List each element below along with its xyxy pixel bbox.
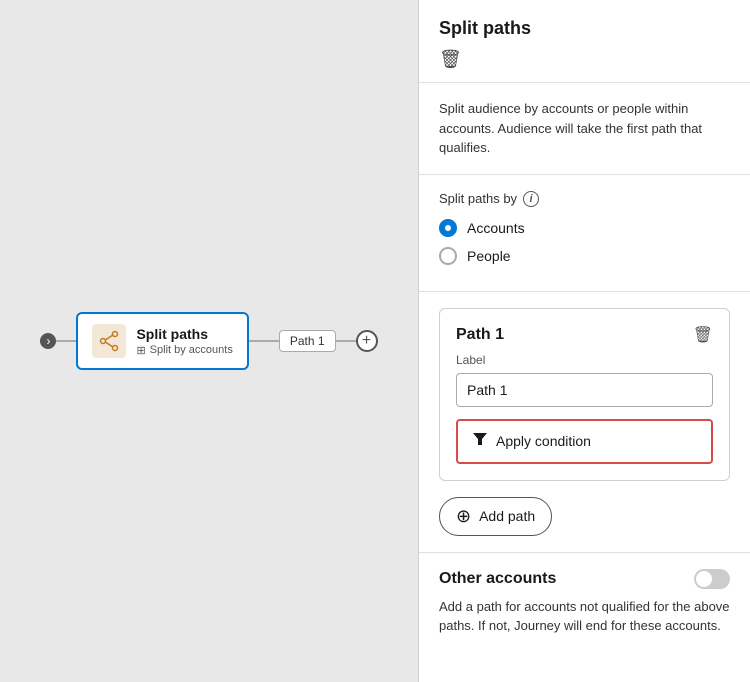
split-by-section: Split paths by i Accounts People xyxy=(419,175,750,292)
add-path-label: Add path xyxy=(479,508,535,524)
path-delete-button[interactable]: 🗑 xyxy=(693,325,713,345)
path-1-card: Path 1 🗑 Label Apply condition xyxy=(439,308,730,481)
canvas-area: Split paths ⊞ Split by accounts Path 1 + xyxy=(0,0,418,682)
accounts-radio[interactable] xyxy=(439,219,457,237)
other-accounts-title: Other accounts xyxy=(439,570,556,588)
node-subtitle: ⊞ Split by accounts xyxy=(136,344,232,357)
node-info: Split paths ⊞ Split by accounts xyxy=(136,326,232,357)
add-path-button[interactable]: ⊕ Add path xyxy=(439,497,552,536)
other-accounts-section: Other accounts Add a path for accounts n… xyxy=(419,552,750,652)
right-panel: Split paths 🗑 Split audience by accounts… xyxy=(418,0,750,682)
flow-line-2 xyxy=(249,340,279,342)
other-accounts-description: Add a path for accounts not qualified fo… xyxy=(439,597,730,636)
add-path-section: ⊕ Add path xyxy=(419,497,750,552)
info-icon[interactable]: i xyxy=(523,191,539,207)
panel-header: Split paths 🗑 xyxy=(419,0,750,83)
panel-description: Split audience by accounts or people wit… xyxy=(419,83,750,175)
apply-condition-text: Apply condition xyxy=(496,433,591,449)
other-accounts-toggle[interactable] xyxy=(694,569,730,589)
other-accounts-header: Other accounts xyxy=(439,569,730,589)
path-card-title: Path 1 xyxy=(456,326,504,344)
filter-icon xyxy=(472,431,488,452)
node-icon xyxy=(92,324,126,358)
add-path-icon: ⊕ xyxy=(456,506,471,527)
accounts-label: Accounts xyxy=(467,220,525,236)
path-card-header: Path 1 🗑 xyxy=(456,325,713,345)
node-title: Split paths xyxy=(136,326,232,342)
path-label-text: Label xyxy=(456,353,713,367)
flow-container: Split paths ⊞ Split by accounts Path 1 + xyxy=(40,312,377,370)
add-path-circle[interactable]: + xyxy=(356,330,378,352)
flow-start-dot xyxy=(40,333,56,349)
split-by-label: Split paths by i xyxy=(439,191,730,207)
apply-condition-button[interactable]: Apply condition xyxy=(456,419,713,464)
panel-title: Split paths xyxy=(439,18,730,39)
people-radio-option[interactable]: People xyxy=(439,247,730,265)
path-label-input[interactable] xyxy=(456,373,713,407)
path-label-box: Path 1 xyxy=(279,330,336,352)
split-paths-node[interactable]: Split paths ⊞ Split by accounts xyxy=(76,312,248,370)
people-label: People xyxy=(467,248,511,264)
panel-delete-button[interactable]: 🗑 xyxy=(439,49,730,70)
flow-line-3 xyxy=(336,340,356,342)
people-radio[interactable] xyxy=(439,247,457,265)
accounts-radio-option[interactable]: Accounts xyxy=(439,219,730,237)
flow-line-1 xyxy=(56,340,76,342)
